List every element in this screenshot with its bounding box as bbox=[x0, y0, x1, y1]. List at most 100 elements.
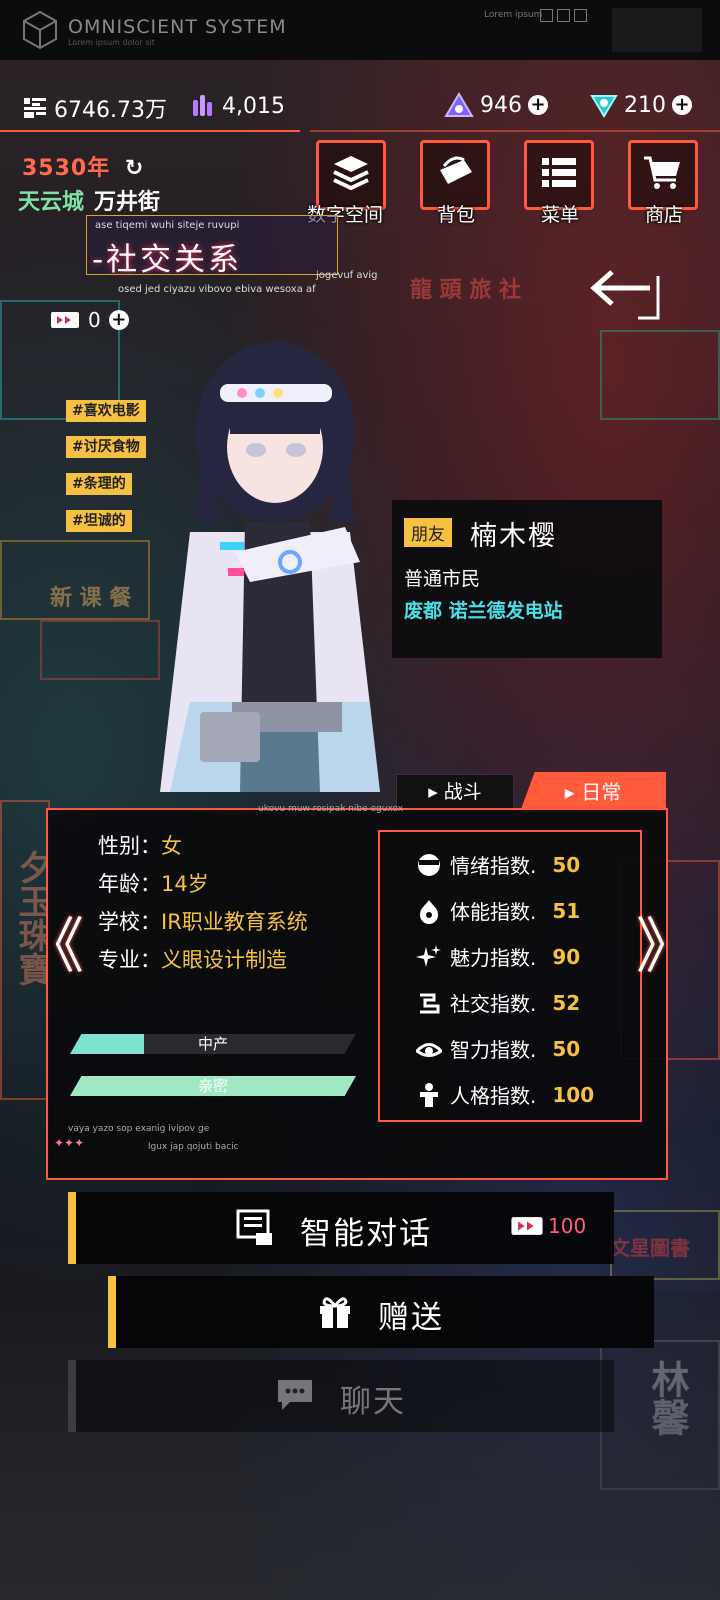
pass-count: 0 bbox=[88, 308, 101, 332]
stat-social-value: 52 bbox=[552, 990, 581, 1015]
title-deco-right: jogevuf avig bbox=[316, 270, 378, 281]
relation-badge: 朋友 bbox=[404, 518, 452, 547]
tag-organized: #条理的 bbox=[66, 473, 132, 495]
ticket-icon bbox=[51, 312, 79, 328]
bag-icon bbox=[440, 156, 472, 184]
add-crystals-button[interactable]: + bbox=[528, 95, 548, 115]
age-key: 年龄： bbox=[98, 872, 161, 896]
tab-fight[interactable]: ▸ 战斗 bbox=[396, 774, 514, 810]
tag-honest: #坦诚的 bbox=[66, 510, 132, 532]
intimacy-bar: 亲密 bbox=[70, 1076, 356, 1096]
tag-likes-movies: #喜欢电影 bbox=[66, 400, 146, 422]
panel-deco-top: ukovu muw rosipak nibe eguxox bbox=[258, 804, 404, 814]
shield-gem-icon bbox=[590, 95, 618, 118]
gift-icon bbox=[320, 1297, 350, 1328]
window-x-icon bbox=[557, 9, 570, 22]
year-text: 3530年 bbox=[22, 156, 111, 181]
mood-icon bbox=[418, 853, 440, 876]
stat-intellect-value: 50 bbox=[552, 1036, 581, 1061]
gift-button[interactable]: 赠送 bbox=[108, 1276, 654, 1348]
stat-intellect: 智力指数. 50 bbox=[416, 1034, 580, 1063]
system-bar-panel bbox=[612, 8, 702, 52]
system-title: OMNISCIENT SYSTEM bbox=[68, 16, 287, 38]
stat-social: 社交指数. 52 bbox=[416, 988, 580, 1017]
city-name: 天云城 bbox=[18, 190, 85, 215]
character-portrait bbox=[160, 342, 380, 792]
stat-charm: 魅力指数. 90 bbox=[416, 942, 580, 971]
friend-name: 楠木樱 bbox=[470, 521, 557, 552]
tab-fight-label: 战斗 bbox=[443, 781, 482, 803]
crystals-value: 946 bbox=[480, 92, 522, 118]
title-deco-top: ase tiqemi wuhi siteje ruvupi bbox=[95, 220, 240, 231]
wealth-bar: 中产 bbox=[70, 1034, 356, 1054]
fitness-icon bbox=[420, 899, 438, 924]
chat-label: 聊天 bbox=[340, 1384, 406, 1420]
window-square-icon bbox=[574, 9, 587, 22]
stat-mood: 情绪指数. 50 bbox=[416, 850, 580, 879]
stat-social-label: 社交指数. bbox=[450, 992, 537, 1016]
wealth-bar-label: 中产 bbox=[197, 1035, 228, 1053]
sparkle-deco-icon: ✦✦✦ bbox=[54, 1136, 85, 1150]
gift-label: 赠送 bbox=[378, 1300, 444, 1336]
friend-card: 朋友 楠木樱 普通市民 废都 诺兰德发电站 bbox=[392, 500, 662, 658]
omniscient-logo-icon bbox=[23, 10, 57, 50]
intimacy-bar-label: 亲密 bbox=[197, 1077, 228, 1095]
stat-charm-label: 魅力指数. bbox=[450, 946, 537, 970]
shop-button[interactable]: 商店 bbox=[628, 140, 700, 226]
coins-counter: 6746.73万 bbox=[22, 92, 167, 124]
refresh-icon[interactable]: ↻ bbox=[125, 156, 144, 181]
menu-list-icon bbox=[542, 158, 576, 187]
coin-stack-icon bbox=[24, 98, 46, 118]
stat-intellect-label: 智力指数. bbox=[450, 1038, 537, 1062]
friend-location: 废都 诺兰德发电站 bbox=[404, 600, 563, 622]
crystals-counter: 946 + bbox=[444, 92, 548, 118]
system-corner-text: Lorem ipsum bbox=[484, 10, 543, 20]
tag-dislikes-food: #讨厌食物 bbox=[66, 436, 146, 458]
menu-button[interactable]: 菜单 bbox=[524, 140, 596, 226]
stat-charm-value: 90 bbox=[552, 944, 581, 969]
game-year: 3530年 ↻ bbox=[22, 150, 144, 182]
street-name: 万井街 bbox=[94, 190, 161, 215]
digital-space-button[interactable]: 数字空间 bbox=[307, 140, 388, 226]
major-value: 义眼设计制造 bbox=[161, 948, 287, 972]
cart-icon bbox=[644, 156, 680, 189]
header-divider-right bbox=[310, 130, 720, 132]
smart-chat-icon bbox=[236, 1209, 272, 1245]
tab-daily-label: 日常 bbox=[581, 780, 622, 804]
age-value: 14岁 bbox=[161, 872, 209, 896]
location: 天云城 万井街 bbox=[18, 184, 160, 216]
menu-label: 菜单 bbox=[540, 204, 579, 226]
coins-value: 6746.73万 bbox=[54, 98, 167, 123]
backpack-button[interactable]: 背包 bbox=[420, 140, 492, 226]
back-arrow-icon[interactable] bbox=[590, 262, 670, 328]
stat-fitness: 体能指数. 51 bbox=[416, 896, 580, 925]
system-bar: OMNISCIENT SYSTEM Lorem ipsum dolor sit … bbox=[0, 0, 720, 60]
tab-daily[interactable]: ▸ 日常 bbox=[520, 772, 666, 812]
info-age: 年龄：14岁 bbox=[98, 868, 209, 898]
header-divider bbox=[0, 130, 300, 132]
chat-button[interactable]: 聊天 bbox=[68, 1360, 614, 1432]
stat-fitness-label: 体能指数. bbox=[450, 900, 537, 924]
shields-counter: 210 + bbox=[590, 92, 692, 118]
smart-chat-button[interactable]: 智能对话 100 bbox=[68, 1192, 614, 1264]
stat-fitness-value: 51 bbox=[552, 898, 581, 923]
layers-icon bbox=[333, 156, 369, 191]
chat-bubble-icon bbox=[278, 1380, 312, 1410]
system-subtitle: Lorem ipsum dolor sit bbox=[68, 38, 155, 47]
add-pass-button[interactable]: + bbox=[108, 310, 129, 330]
stats-box: 情绪指数. 50 体能指数. 51 魅力指数. 90 社交指数. 52 智力指数. 50 … bbox=[378, 830, 642, 1122]
social-icon bbox=[420, 993, 440, 1013]
shields-value: 210 bbox=[624, 92, 666, 118]
info-school: 学校：IR职业教育系统 bbox=[98, 906, 308, 936]
gender-value: 女 bbox=[161, 834, 182, 858]
prev-character-button[interactable]: 《 bbox=[24, 898, 84, 985]
chat-pass-counter: 0 + bbox=[50, 308, 129, 332]
stat-mood-value: 50 bbox=[552, 852, 581, 877]
next-character-button[interactable]: 》 bbox=[636, 898, 696, 985]
stat-personality-value: 100 bbox=[552, 1082, 595, 1107]
title-deco-bottom: osed jed ciyazu vibovo ebiva wesoxa af bbox=[118, 284, 316, 295]
school-value: IR职业教育系统 bbox=[161, 910, 308, 934]
eye-icon bbox=[416, 1042, 442, 1057]
add-shields-button[interactable]: + bbox=[672, 95, 692, 115]
school-key: 学校： bbox=[98, 910, 161, 934]
